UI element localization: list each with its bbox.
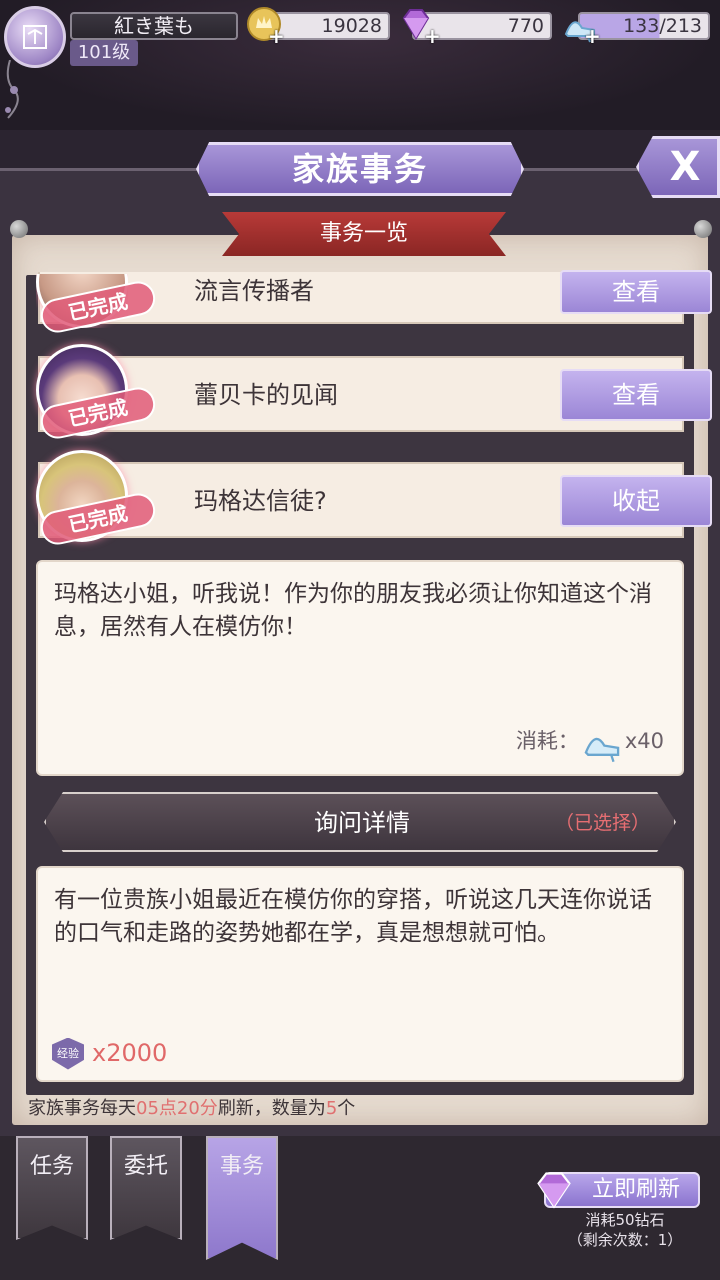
player-name: 紅き葉も	[70, 12, 238, 40]
refresh-remaining: （剩余次数：1）	[567, 1231, 683, 1249]
exp-badge-icon: 经验	[52, 1037, 84, 1070]
refresh-time: 05点20分	[136, 1098, 218, 1119]
pin-left-icon	[10, 220, 28, 238]
exp-value: x2000	[92, 1039, 168, 1067]
add-diamond-button[interactable]: +	[424, 26, 441, 46]
cost-label: 消耗：	[515, 728, 579, 753]
pin-right-icon	[694, 220, 712, 238]
refresh-cost: 消耗50钻石	[585, 1211, 665, 1229]
refresh-info-suffix: 个	[337, 1098, 356, 1119]
reply-box: 有一位贵族小姐最近在模仿你的穿搭，听说这几天连你说话的口气和走路的姿势她都在学，…	[36, 866, 684, 1082]
list-ribbon: 事务一览	[222, 212, 506, 256]
close-button[interactable]: X	[636, 136, 720, 198]
refresh-info-prefix: 家族事务每天	[28, 1098, 136, 1119]
collapse-button[interactable]: 收起	[560, 475, 712, 527]
cost-display: 消耗： x40	[516, 718, 664, 764]
tab-tasks[interactable]: 任务	[16, 1136, 88, 1240]
view-button[interactable]: 查看	[560, 369, 712, 421]
refresh-info-middle: 刷新，数量为	[217, 1098, 326, 1119]
option-status: （已选择）	[554, 812, 650, 834]
tab-affairs[interactable]: 事务	[206, 1136, 278, 1260]
refresh-cost-info: 消耗50钻石 （剩余次数：1）	[540, 1210, 710, 1250]
panel-title: 家族事务	[196, 142, 524, 196]
player-level: 101级	[70, 40, 138, 66]
option-ask-details[interactable]: 询问详情 （已选择）	[44, 792, 676, 852]
tab-commissions[interactable]: 委托	[110, 1136, 182, 1240]
add-gold-button[interactable]: +	[268, 26, 285, 46]
message-box: 玛格达小姐，听我说！作为你的朋友我必须让你知道这个消息，居然有人在模仿你！ 消耗…	[36, 560, 684, 776]
task-title: 玛格达信徒?	[194, 487, 327, 515]
bottom-bar	[0, 1136, 720, 1280]
task-title: 蕾贝卡的见闻	[194, 381, 338, 409]
glass-slipper-icon	[584, 737, 620, 763]
player-avatar[interactable]	[4, 6, 66, 68]
refresh-info: 家族事务每天05点20分刷新，数量为5个	[28, 1094, 355, 1120]
vine-ornament-icon	[5, 60, 19, 119]
cost-value: x40	[624, 728, 664, 753]
book-icon	[23, 25, 47, 49]
view-button[interactable]: 查看	[560, 270, 712, 314]
refresh-count: 5	[325, 1098, 338, 1119]
diamond-icon	[537, 1172, 571, 1209]
task-title: 流言传播者	[194, 277, 314, 305]
reply-text: 有一位贵族小姐最近在模仿你的穿搭，听说这几天连你说话的口气和走路的姿势她都在学，…	[54, 887, 652, 946]
message-text: 玛格达小姐，听我说！作为你的朋友我必须让你知道这个消息，居然有人在模仿你！	[54, 581, 652, 640]
add-stamina-button[interactable]: +	[584, 26, 601, 46]
exp-reward: 经验 x2000	[52, 1037, 167, 1070]
